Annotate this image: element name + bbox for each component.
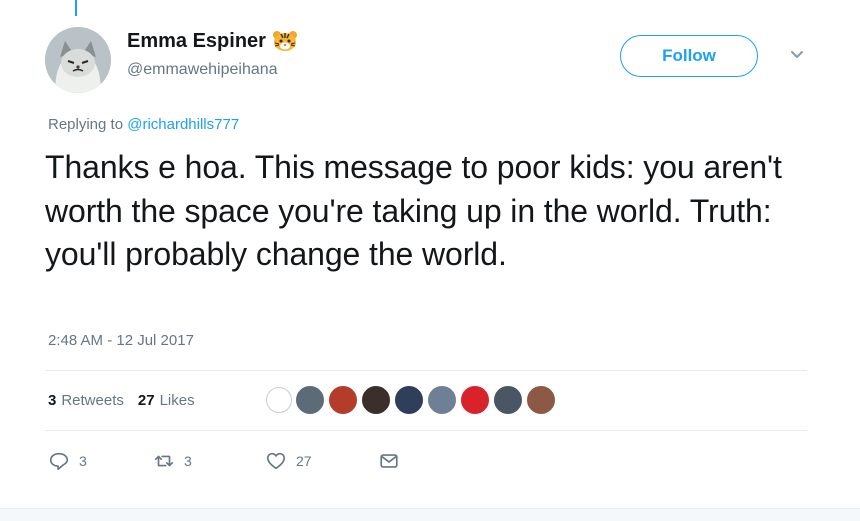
follow-button[interactable]: Follow — [620, 35, 758, 77]
author-avatar[interactable] — [45, 27, 111, 93]
envelope-icon — [380, 454, 398, 468]
liker-avatar-4[interactable] — [361, 385, 391, 415]
liker-avatars — [266, 385, 556, 415]
retweet-count: 3 — [184, 453, 192, 469]
thread-connector-line — [75, 0, 77, 16]
engagement-stats: 3 Retweets 27 Likes — [48, 388, 209, 412]
grumpy-cat-icon — [45, 27, 111, 93]
reply-action[interactable]: 3 — [48, 450, 153, 472]
liker-avatar-7[interactable] — [460, 385, 490, 415]
replying-to-prefix: Replying to — [48, 116, 128, 133]
reply-icon — [49, 452, 69, 471]
replying-to-line: Replying to @richardhills777 — [48, 116, 239, 133]
liker-avatar-8[interactable] — [493, 385, 523, 415]
liker-avatar-9[interactable] — [526, 385, 556, 415]
divider-bottom — [45, 430, 807, 431]
divider-top — [45, 370, 807, 371]
likes-label: Likes — [159, 391, 195, 409]
reply-count: 3 — [79, 453, 87, 469]
tweet-text: Thanks e hoa. This message to poor kids:… — [45, 149, 782, 272]
tweet-timestamp[interactable]: 2:48 AM - 12 Jul 2017 — [48, 332, 194, 349]
timeline-footer-band — [0, 508, 860, 521]
liker-avatar-5[interactable] — [394, 385, 424, 415]
retweet-icon — [154, 455, 174, 467]
like-action[interactable]: 27 — [265, 450, 378, 472]
tiger-face-icon — [272, 30, 298, 52]
retweets-count: 3 — [48, 391, 57, 409]
liker-avatar-3[interactable] — [328, 385, 358, 415]
direct-message-action[interactable] — [378, 450, 400, 472]
likes-count: 27 — [137, 391, 155, 409]
tweet-actions: 3 3 27 — [48, 449, 400, 473]
likes-stat[interactable]: 27 Likes — [138, 392, 195, 409]
like-count: 27 — [296, 453, 312, 469]
liker-avatar-1[interactable] — [266, 387, 292, 413]
retweets-label: Retweets — [61, 391, 124, 409]
liker-avatar-2[interactable] — [295, 385, 325, 415]
reply-mention-link[interactable]: @richardhills777 — [127, 116, 239, 133]
author-name-row[interactable]: Emma Espiner — [127, 28, 298, 54]
author-display-name[interactable]: Emma Espiner — [127, 30, 266, 53]
heart-icon — [266, 452, 286, 470]
retweets-stat[interactable]: 3 Retweets — [48, 392, 124, 409]
chevron-down-icon[interactable] — [788, 46, 806, 64]
retweet-action[interactable]: 3 — [153, 450, 265, 472]
author-handle[interactable]: @emmawehipeihana — [127, 61, 278, 79]
liker-avatar-6[interactable] — [427, 385, 457, 415]
